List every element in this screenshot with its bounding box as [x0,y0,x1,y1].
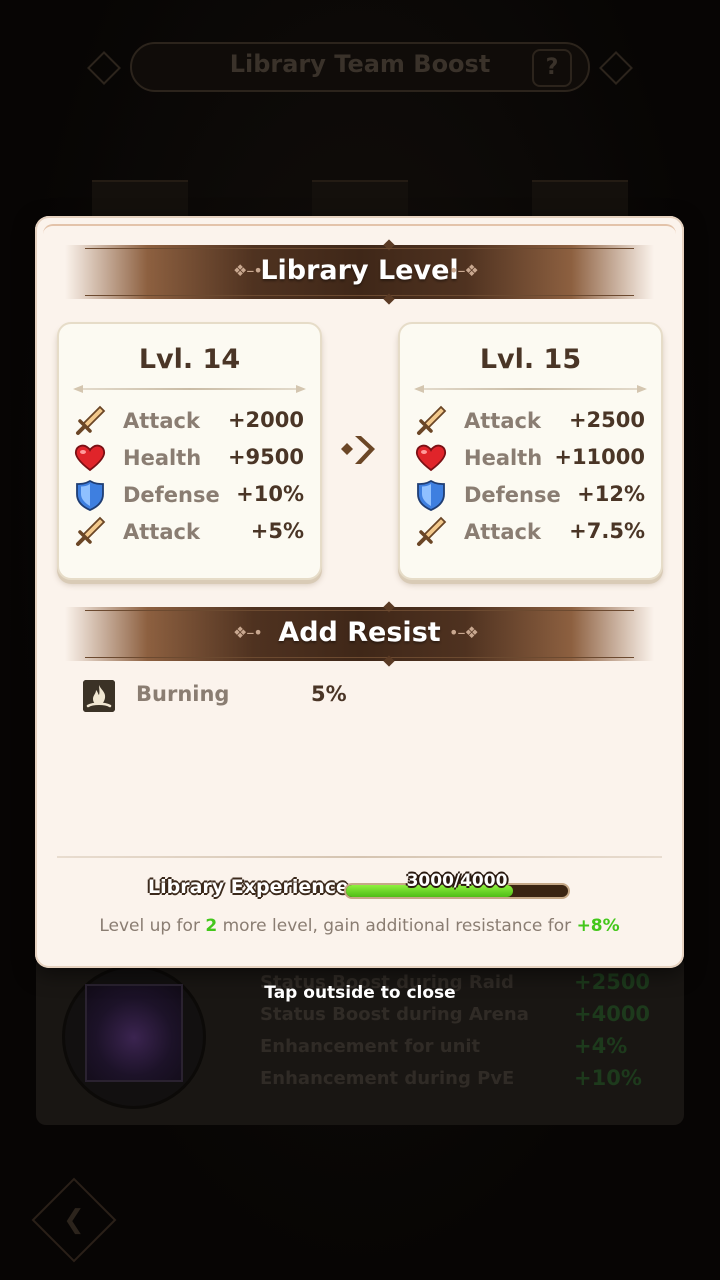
add-resist-title: Add Resist [278,617,441,648]
sword-icon [76,405,106,435]
stat-label: Attack [123,520,200,544]
stat-value: +7.5% [569,519,645,543]
level-up-count: 2 [205,916,218,936]
stat-label: Attack [123,409,200,433]
stat-value: +9500 [227,445,304,469]
shield-icon [417,479,445,511]
header-left-ornament [87,51,121,85]
banner-line [85,657,634,658]
sword-icon [417,516,447,546]
stat-row-attack-percent: Attack +5% [73,515,304,551]
heart-icon [74,444,106,472]
bg-stat-row: Enhancement during PvE +10% [260,1066,660,1098]
library-level-title: Library Level [260,255,459,286]
experience-label: Library Experience [148,876,349,898]
level-up-prefix: Level up for [99,916,206,936]
resist-row-burning: Burning 5% [83,678,383,714]
resist-value: 5% [311,682,347,706]
burning-icon [83,680,115,712]
stat-row-attack-percent: Attack +7.5% [414,515,645,551]
chevron-right-icon [341,436,375,464]
card-divider [414,385,647,393]
next-level-card: Lvl. 15 Attack +2500 Health +11000 Defen… [398,322,663,580]
banner-ornament-right-icon: •–❖ [449,261,479,280]
sword-icon [76,516,106,546]
stat-label: Health [123,446,202,470]
current-level-title: Lvl. 14 [138,344,241,375]
bg-stat-value: +4% [574,1034,628,1058]
stat-row-attack: Attack +2500 [414,404,645,440]
stat-row-health: Health +11000 [414,441,645,477]
level-up-middle: more level, gain additional resistance f… [217,916,577,936]
banner-line [85,295,634,296]
banner-ornament-right-icon: •–❖ [449,623,479,642]
stat-value: +10% [236,482,304,506]
sword-icon [417,405,447,435]
card-divider [73,385,306,393]
library-level-dialog: ❖–• Library Level •–❖ Lvl. 14 Attack +20… [35,216,684,968]
heart-icon [415,444,447,472]
page-title: Library Team Boost [229,50,491,78]
stat-value: +2500 [568,408,645,432]
help-button[interactable]: ? [532,49,572,87]
stat-value: +12% [577,482,645,506]
bg-stat-label: Enhancement during PvE [260,1068,515,1089]
next-level-title: Lvl. 15 [479,344,582,375]
stat-label: Defense [123,483,220,507]
bg-stat-label: Enhancement for unit [260,1036,481,1057]
level-up-bonus: +8% [576,916,620,936]
library-level-banner: ❖–• Library Level •–❖ [65,239,654,305]
add-resist-banner: ❖–• Add Resist •–❖ [65,601,654,667]
header-right-ornament [599,51,633,85]
tap-outside-to-close[interactable]: Tap outside to close [0,983,720,1003]
level-up-info: Level up for 2 more level, gain addition… [35,916,684,936]
bg-stat-row: Status Boost during Arena +4000 [260,1002,660,1034]
stat-row-defense: Defense +10% [73,478,304,514]
stat-label: Attack [464,409,541,433]
stat-label: Health [464,446,543,470]
bg-stat-value: +10% [574,1066,642,1090]
banner-line [85,248,634,249]
stat-value: +11000 [554,445,645,469]
stat-row-health: Health +9500 [73,441,304,477]
stat-value: +2000 [227,408,304,432]
back-arrow-icon: ❮ [63,1205,85,1235]
footer-divider [57,856,662,858]
bg-stat-row: Enhancement for unit +4% [260,1034,660,1066]
bg-stat-label: Status Boost during Arena [260,1004,529,1025]
stat-value: +5% [250,519,304,543]
stat-row-attack: Attack +2000 [73,404,304,440]
current-level-card: Lvl. 14 Attack +2000 Health +9500 Defens… [57,322,322,580]
stat-label: Defense [464,483,561,507]
bg-stat-value: +4000 [574,1002,651,1026]
resist-label: Burning [136,682,230,706]
banner-line [85,610,634,611]
shield-icon [76,479,104,511]
stat-label: Attack [464,520,541,544]
experience-value: 3000/4000 [406,871,508,891]
stat-row-defense: Defense +12% [414,478,645,514]
